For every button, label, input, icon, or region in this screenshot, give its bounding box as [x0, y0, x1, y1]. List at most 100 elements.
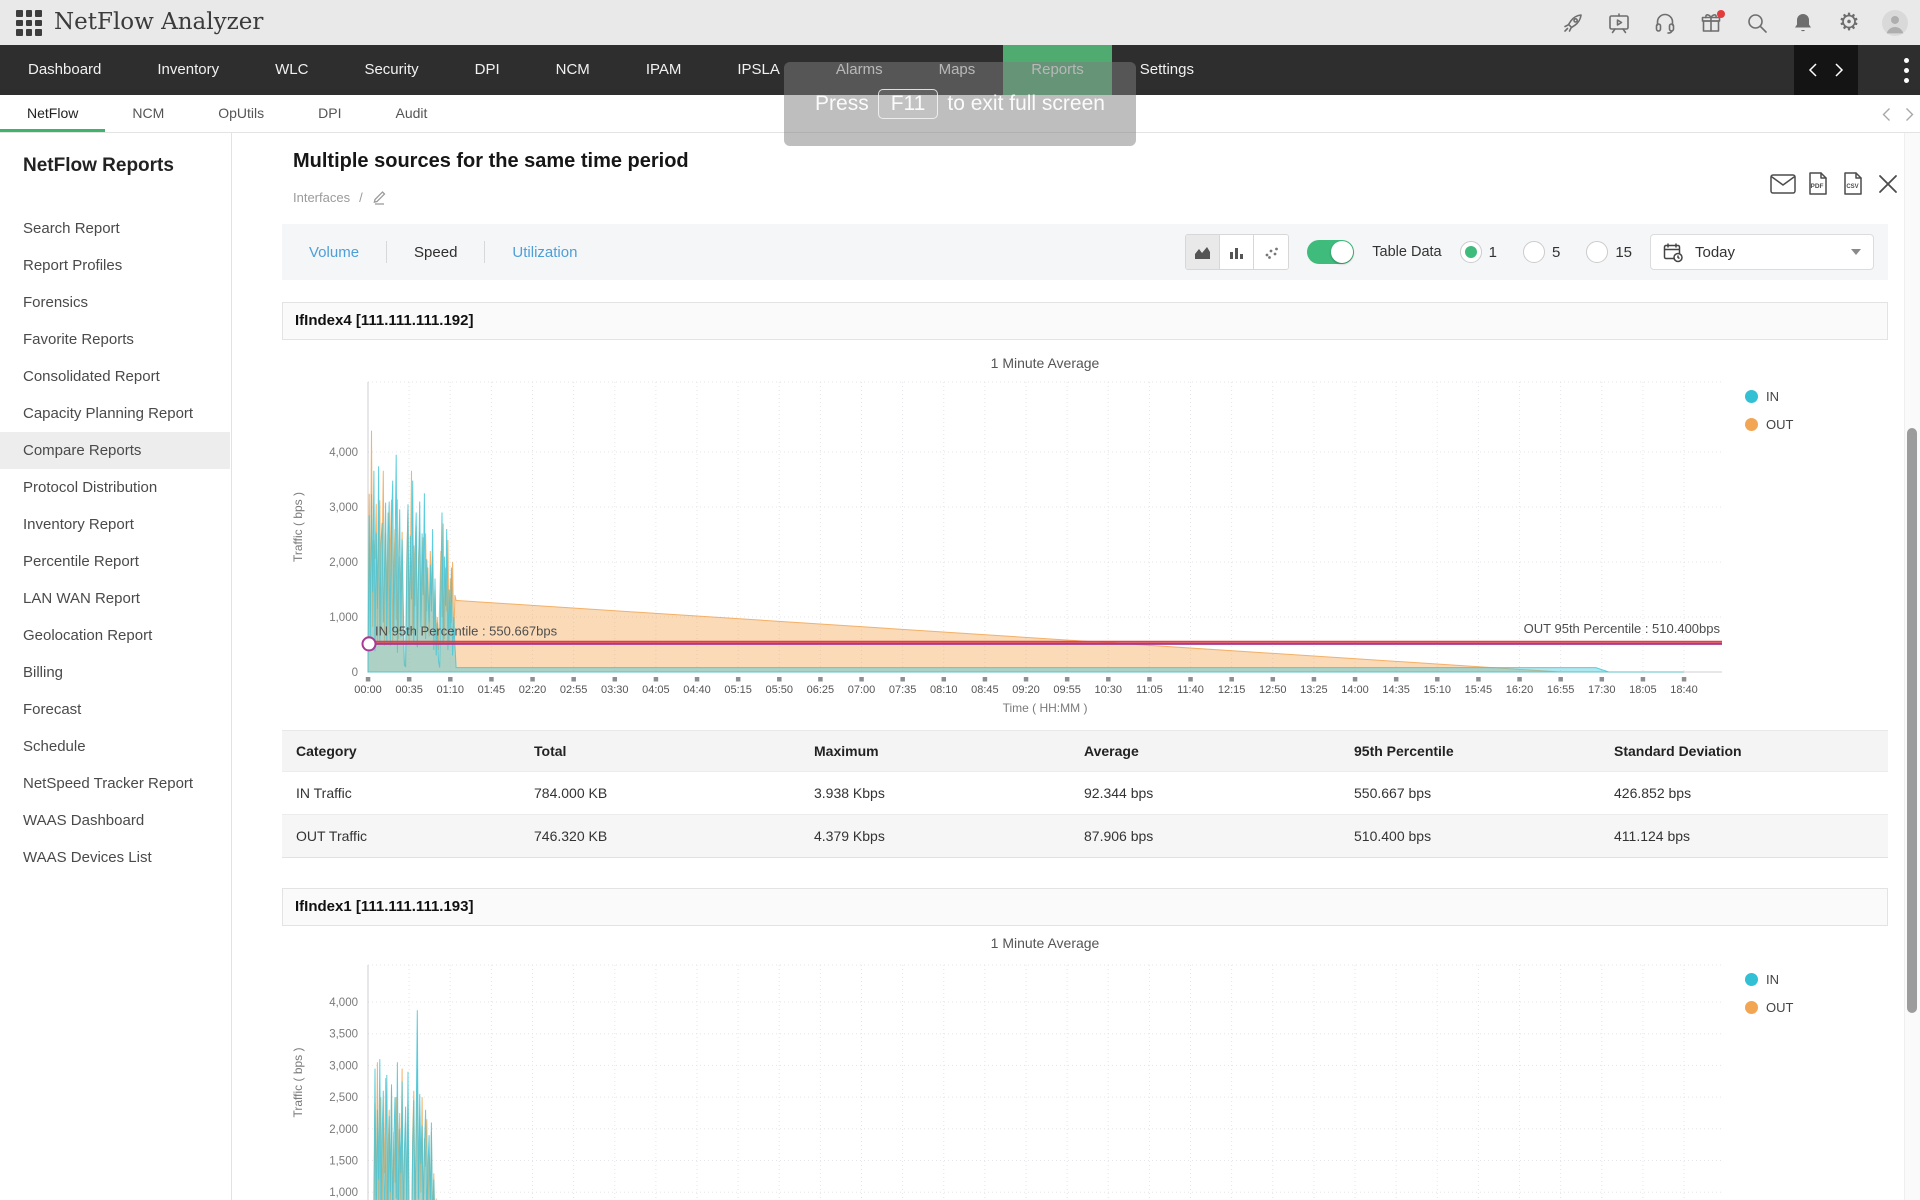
svg-text:16:55: 16:55: [1547, 684, 1575, 696]
scrollbar-track[interactable]: [1904, 133, 1920, 1200]
edit-pencil-icon[interactable]: [372, 189, 387, 205]
breadcrumb-item[interactable]: Interfaces: [293, 190, 350, 205]
calendar-icon: [1663, 242, 1683, 263]
nav-item-dpi[interactable]: DPI: [447, 45, 528, 95]
sidebar-item-waas-devices-list[interactable]: WAAS Devices List: [0, 839, 230, 876]
nav-item-security[interactable]: Security: [336, 45, 446, 95]
svg-text:12:50: 12:50: [1259, 684, 1287, 696]
svg-text:17:30: 17:30: [1588, 684, 1616, 696]
table-cell: 510.400 bps: [1340, 815, 1600, 857]
date-range-picker[interactable]: Today: [1650, 234, 1874, 270]
email-icon[interactable]: [1770, 170, 1796, 198]
interval-radio-5[interactable]: [1523, 241, 1545, 263]
svg-text:07:35: 07:35: [889, 684, 917, 696]
csv-export-icon[interactable]: CSV: [1840, 170, 1866, 198]
chevron-right-icon[interactable]: [1905, 107, 1914, 122]
sidebar-item-percentile-report[interactable]: Percentile Report: [0, 543, 230, 580]
table-header-average: Average: [1070, 731, 1340, 771]
nav-item-settings[interactable]: Settings: [1112, 45, 1222, 95]
app-title: NetFlow Analyzer: [54, 0, 263, 45]
sidebar-item-lan-wan-report[interactable]: LAN WAN Report: [0, 580, 230, 617]
svg-text:2,000: 2,000: [329, 557, 358, 569]
bar-chart-icon[interactable]: [1220, 235, 1254, 269]
sidebar-list: Search ReportReport ProfilesForensicsFav…: [0, 210, 230, 876]
svg-text:07:00: 07:00: [848, 684, 876, 696]
chevron-left-icon[interactable]: [1882, 107, 1891, 122]
bell-icon[interactable]: [1790, 10, 1816, 36]
nav-item-dashboard[interactable]: Dashboard: [0, 45, 129, 95]
svg-text:OUT 95th Percentile : 510.400b: OUT 95th Percentile : 510.400bps: [1524, 621, 1721, 636]
tab-speed[interactable]: Speed: [387, 244, 484, 261]
svg-text:2,500: 2,500: [329, 1092, 358, 1104]
sidebar-item-protocol-distribution[interactable]: Protocol Distribution: [0, 469, 230, 506]
scatter-chart-icon[interactable]: [1254, 235, 1288, 269]
apps-grid-icon[interactable]: [16, 10, 42, 36]
subnav-item-netflow[interactable]: NetFlow: [0, 95, 105, 132]
interval-radio-1[interactable]: [1460, 241, 1482, 263]
close-icon[interactable]: [1875, 170, 1901, 198]
chevron-right-icon[interactable]: [1834, 62, 1844, 78]
traffic-stats-table: CategoryTotalMaximumAverage95th Percenti…: [282, 730, 1888, 858]
sidebar-item-netspeed-tracker-report[interactable]: NetSpeed Tracker Report: [0, 765, 230, 802]
pdf-export-icon[interactable]: PDF: [1805, 170, 1831, 198]
sidebar-item-search-report[interactable]: Search Report: [0, 210, 230, 247]
sidebar-item-schedule[interactable]: Schedule: [0, 728, 230, 765]
nav-item-alarms[interactable]: Alarms: [808, 45, 911, 95]
tab-utilization[interactable]: Utilization: [485, 244, 604, 261]
presentation-icon[interactable]: [1606, 10, 1632, 36]
search-icon[interactable]: [1744, 10, 1770, 36]
interval-option-1[interactable]: 1: [1460, 241, 1497, 263]
subnav-item-dpi[interactable]: DPI: [291, 95, 368, 132]
svg-text:11:05: 11:05: [1136, 684, 1163, 696]
topbar-icons: ⚙: [1560, 0, 1908, 45]
sidebar-item-capacity-planning-report[interactable]: Capacity Planning Report: [0, 395, 230, 432]
nav-item-wlc[interactable]: WLC: [247, 45, 336, 95]
nav-item-reports[interactable]: Reports: [1003, 45, 1112, 95]
sidebar-item-compare-reports[interactable]: Compare Reports: [0, 432, 230, 469]
nav-item-ipsla[interactable]: IPSLA: [709, 45, 808, 95]
nav-item-inventory[interactable]: Inventory: [129, 45, 247, 95]
more-menu-icon[interactable]: [1892, 45, 1920, 95]
area-chart-icon[interactable]: [1186, 235, 1220, 269]
table-data-toggle[interactable]: [1307, 240, 1354, 264]
sidebar-item-consolidated-report[interactable]: Consolidated Report: [0, 358, 230, 395]
headset-icon[interactable]: [1652, 10, 1678, 36]
sidebar-item-billing[interactable]: Billing: [0, 654, 230, 691]
svg-text:18:40: 18:40: [1670, 684, 1698, 696]
chevron-left-icon[interactable]: [1808, 62, 1818, 78]
gear-icon[interactable]: ⚙: [1836, 10, 1862, 36]
legend-dot: [1745, 390, 1758, 403]
sidebar-item-inventory-report[interactable]: Inventory Report: [0, 506, 230, 543]
scrollbar-thumb[interactable]: [1907, 428, 1917, 1013]
interval-option-5[interactable]: 5: [1523, 241, 1560, 263]
sidebar-item-waas-dashboard[interactable]: WAAS Dashboard: [0, 802, 230, 839]
nav-item-ncm[interactable]: NCM: [528, 45, 618, 95]
svg-text:13:25: 13:25: [1300, 684, 1328, 696]
sidebar-item-geolocation-report[interactable]: Geolocation Report: [0, 617, 230, 654]
svg-text:2,000: 2,000: [329, 1124, 358, 1136]
subnav-item-ncm[interactable]: NCM: [105, 95, 191, 132]
gift-icon[interactable]: [1698, 10, 1724, 36]
svg-text:08:10: 08:10: [930, 684, 958, 696]
interval-option-15[interactable]: 15: [1586, 241, 1632, 263]
nav-item-maps[interactable]: Maps: [911, 45, 1004, 95]
svg-text:02:20: 02:20: [519, 684, 547, 696]
subnav-item-audit[interactable]: Audit: [369, 95, 455, 132]
sidebar-item-report-profiles[interactable]: Report Profiles: [0, 247, 230, 284]
subnav-item-oputils[interactable]: OpUtils: [191, 95, 291, 132]
svg-text:03:30: 03:30: [601, 684, 629, 696]
table-data-label: Table Data: [1372, 244, 1441, 260]
interval-radio-15[interactable]: [1586, 241, 1608, 263]
main-nav-list: DashboardInventoryWLCSecurityDPINCMIPAMI…: [0, 45, 1920, 95]
nav-item-ipam[interactable]: IPAM: [618, 45, 710, 95]
svg-text:1 Minute Average: 1 Minute Average: [991, 355, 1100, 371]
legend-label: OUT: [1766, 417, 1793, 432]
tab-volume[interactable]: Volume: [282, 244, 386, 261]
rocket-icon[interactable]: [1560, 10, 1586, 36]
sidebar-item-favorite-reports[interactable]: Favorite Reports: [0, 321, 230, 358]
sidebar-item-forensics[interactable]: Forensics: [0, 284, 230, 321]
series-out: [374, 1062, 1684, 1200]
table-header-total: Total: [520, 731, 800, 771]
sidebar-item-forecast[interactable]: Forecast: [0, 691, 230, 728]
avatar[interactable]: [1882, 10, 1908, 36]
